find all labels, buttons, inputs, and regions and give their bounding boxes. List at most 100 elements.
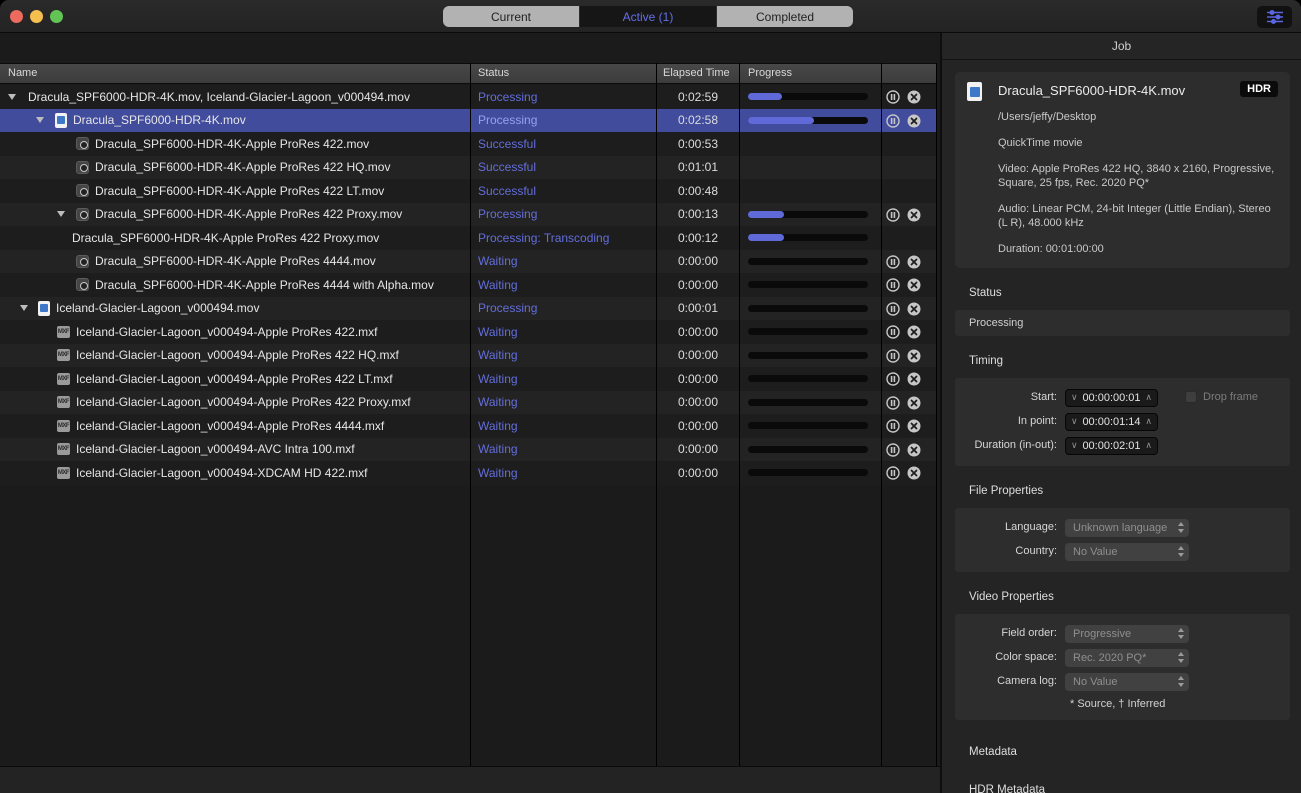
file-properties-panel: Language: Unknown language Country: No Valu… [955, 508, 1290, 572]
pause-button[interactable] [886, 466, 900, 480]
zoom-button[interactable] [50, 10, 63, 23]
elapsed-time: 0:00:00 [677, 395, 719, 409]
cancel-button[interactable] [907, 302, 921, 316]
progress-bar [748, 210, 868, 218]
inspector-title: Job [942, 33, 1301, 60]
elapsed-time: 0:00:53 [677, 136, 719, 151]
output-row[interactable]: Dracula_SPF6000-HDR-4K-Apple ProRes 422.… [0, 132, 937, 156]
chevron-down-icon[interactable]: ∨ [1071, 441, 1078, 450]
job-row[interactable]: Iceland-Glacier-Lagoon_v000494.mov Proces… [0, 296, 937, 320]
cancel-button[interactable] [907, 396, 921, 410]
cancel-button[interactable] [907, 255, 921, 269]
tab-current[interactable]: Current [443, 6, 580, 27]
chevron-up-icon[interactable]: ∧ [1145, 441, 1152, 450]
column-divider[interactable] [881, 63, 882, 766]
timecode-stepper[interactable]: ∨ 00:00:00:01 ∧ [1065, 388, 1158, 407]
pause-button[interactable] [886, 254, 900, 269]
disclosure-triangle-icon[interactable] [57, 211, 65, 217]
row-name: Dracula_SPF6000-HDR-4K-Apple ProRes 422.… [95, 136, 370, 151]
timing-panel: Start: ∨ 00:00:00:01 ∧ Drop frame In point: ∨ 0… [955, 378, 1290, 466]
column-header-status[interactable]: Status [478, 67, 509, 79]
drop-frame-checkbox[interactable] [1185, 391, 1197, 403]
progress-bar [748, 93, 868, 100]
timecode-stepper[interactable]: ∨ 00:00:02:01 ∧ [1065, 436, 1158, 455]
chevron-up-icon[interactable]: ∧ [1145, 393, 1152, 402]
chevron-up-icon[interactable]: ∧ [1145, 417, 1152, 426]
column-divider[interactable] [656, 63, 657, 766]
view-segmented-control: Current Active (1) Completed [443, 6, 853, 27]
minimize-button[interactable] [30, 10, 43, 23]
output-row[interactable]: Dracula_SPF6000-HDR-4K-Apple ProRes 422 … [0, 226, 937, 250]
cancel-button[interactable] [907, 419, 921, 433]
timecode-stepper[interactable]: ∨ 00:00:01:14 ∧ [1065, 412, 1158, 431]
output-row[interactable]: MXF Iceland-Glacier-Lagoon_v000494-Apple … [0, 343, 937, 367]
pause-button[interactable] [886, 372, 900, 386]
progress-bar-fill [748, 116, 814, 124]
output-row[interactable]: MXF Iceland-Glacier-Lagoon_v000494-Apple … [0, 390, 937, 414]
section-header-metadata[interactable]: Metadata [969, 746, 1301, 758]
pause-button[interactable] [886, 348, 900, 363]
job-row[interactable]: Dracula_SPF6000-HDR-4K.mov Processing 0:02… [0, 108, 937, 132]
property-row: Country: No Value [955, 540, 1290, 564]
pause-button[interactable] [886, 325, 900, 339]
elapsed-time: 0:00:01 [677, 301, 719, 315]
column-divider[interactable] [739, 63, 740, 766]
output-row[interactable]: MXF Iceland-Glacier-Lagoon_v000494-XDCAM … [0, 461, 937, 485]
status-label: Waiting [478, 324, 518, 339]
output-row[interactable]: MXF Iceland-Glacier-Lagoon_v000494-Apple … [0, 414, 937, 438]
chevron-down-icon[interactable]: ∨ [1071, 417, 1078, 426]
compressor-setting-icon [76, 278, 89, 291]
cancel-button[interactable] [907, 114, 921, 128]
cancel-button[interactable] [907, 372, 921, 386]
action-filter-button[interactable] [1257, 6, 1292, 28]
row-name: Iceland-Glacier-Lagoon_v000494-Apple Pro… [76, 324, 378, 339]
column-header-name[interactable]: Name [8, 67, 37, 79]
property-dropdown[interactable]: Progressive [1065, 624, 1189, 643]
property-label: Country: [1015, 545, 1057, 557]
cancel-button[interactable] [907, 90, 921, 104]
cancel-button[interactable] [907, 349, 921, 363]
pause-button[interactable] [886, 278, 900, 292]
output-row[interactable]: Dracula_SPF6000-HDR-4K-Apple ProRes 422 … [0, 179, 937, 203]
output-row[interactable]: Dracula_SPF6000-HDR-4K-Apple ProRes 4444… [0, 273, 937, 297]
output-row[interactable]: Dracula_SPF6000-HDR-4K-Apple ProRes 422 … [0, 155, 937, 179]
compressor-window: Current Active (1) Completed Name Status E… [0, 0, 1301, 793]
disclosure-triangle-icon[interactable] [8, 93, 16, 100]
column-divider[interactable] [470, 63, 471, 766]
column-header-elapsed[interactable]: Elapsed Time [663, 67, 730, 79]
disclosure-triangle-icon[interactable] [20, 305, 28, 311]
pause-button[interactable] [886, 395, 900, 410]
tab-active-1[interactable]: Active (1) [580, 6, 717, 27]
output-row[interactable]: MXF Iceland-Glacier-Lagoon_v000494-Apple … [0, 367, 937, 391]
batch-row[interactable]: Dracula_SPF6000-HDR-4K.mov, Iceland-Glac… [0, 85, 937, 109]
column-header-progress[interactable]: Progress [748, 67, 792, 79]
cancel-button[interactable] [907, 443, 921, 457]
disclosure-triangle-icon[interactable] [36, 117, 44, 123]
chevron-down-icon[interactable]: ∨ [1071, 393, 1078, 402]
property-dropdown[interactable]: No Value [1065, 672, 1189, 691]
pause-button[interactable] [886, 442, 900, 457]
pause-button[interactable] [886, 113, 900, 128]
section-header-hdr-metadata[interactable]: HDR Metadata [969, 784, 1301, 793]
output-row[interactable]: Dracula_SPF6000-HDR-4K-Apple ProRes 4444… [0, 249, 937, 273]
mxf-file-icon: MXF [57, 325, 70, 338]
close-button[interactable] [10, 10, 23, 23]
property-row: Color space: Rec. 2020 PQ* [955, 646, 1290, 670]
cancel-button[interactable] [907, 325, 921, 339]
output-row[interactable]: MXF Iceland-Glacier-Lagoon_v000494-Apple … [0, 320, 937, 344]
job-audio-info: Audio: Linear PCM, 24-bit Integer (Littl… [998, 203, 1271, 229]
property-dropdown[interactable]: No Value [1065, 542, 1189, 561]
pause-button[interactable] [886, 301, 900, 316]
mxf-file-icon: MXF [57, 419, 70, 432]
property-dropdown[interactable]: Rec. 2020 PQ* [1065, 648, 1189, 667]
pause-button[interactable] [886, 419, 900, 433]
property-dropdown[interactable]: Unknown language [1065, 518, 1189, 537]
cancel-button[interactable] [907, 208, 921, 222]
pause-button[interactable] [886, 207, 900, 222]
tab-completed[interactable]: Completed [717, 6, 853, 27]
pause-button[interactable] [886, 90, 900, 104]
output-row[interactable]: Dracula_SPF6000-HDR-4K-Apple ProRes 422 … [0, 202, 937, 226]
output-row[interactable]: MXF Iceland-Glacier-Lagoon_v000494-AVC In… [0, 437, 937, 461]
cancel-button[interactable] [907, 466, 921, 480]
cancel-button[interactable] [907, 278, 921, 292]
